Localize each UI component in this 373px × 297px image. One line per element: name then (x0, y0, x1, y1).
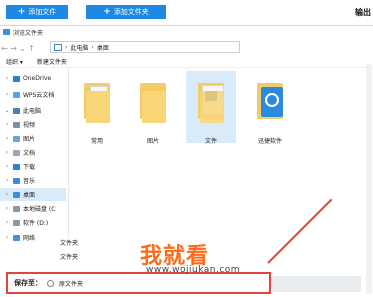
sidebar-item-label: 网络 (23, 235, 36, 242)
sidebar-item-label: 视频 (23, 122, 36, 129)
address-bar[interactable]: › 此电脑 › 桌面 (50, 41, 240, 53)
folder-app-icon (3, 29, 10, 35)
desktop-icon (13, 191, 20, 198)
document-icon (13, 149, 20, 156)
sidebar-item-software-d[interactable]: › 软件 (D:) (0, 216, 66, 229)
chevron-right-icon[interactable]: › (4, 91, 10, 98)
add-file-button[interactable]: + 添加文件 (6, 5, 68, 19)
drive-icon (13, 205, 20, 212)
sidebar-item-label: 桌面 (23, 192, 36, 199)
music-icon (13, 177, 20, 184)
chevron-right-icon[interactable]: › (4, 205, 10, 212)
picture-icon (13, 135, 20, 142)
add-file-label: 添加文件 (28, 8, 57, 16)
file-label: 图片 (146, 138, 159, 145)
new-folder-button[interactable]: 新建文件夹 (37, 57, 67, 66)
navigation-pane: › OneDrive › WPS云文档 ⌄ 此电脑 › 视频 › 图片 › 文档 (0, 68, 69, 242)
chevron-right-icon[interactable]: › (4, 75, 10, 82)
breadcrumb-this-pc[interactable]: 此电脑 (70, 43, 88, 52)
video-icon (13, 121, 20, 128)
sidebar-item-label: 图片 (23, 136, 36, 143)
file-label: 常用 (90, 138, 103, 145)
sidebar-item-downloads[interactable]: › 下载 (0, 160, 66, 173)
folder-item-common[interactable]: 常用 (72, 71, 122, 145)
plus-icon: + (103, 6, 111, 17)
sidebar-item-label: 音乐 (23, 178, 36, 185)
forward-arrow-icon[interactable]: → (9, 44, 18, 53)
sidebar-item-label: 文档 (23, 150, 36, 157)
download-icon (13, 163, 20, 170)
folder-icon (86, 91, 110, 123)
sidebar-item-documents[interactable]: › 文档 (0, 146, 66, 159)
sidebar-item-label: 下载 (23, 164, 36, 171)
watermark: 我就看 www.wojiukan.com (140, 238, 305, 282)
folder-item-pictures[interactable]: 图片 (128, 71, 178, 145)
chevron-right-icon[interactable]: › (4, 121, 10, 128)
sidebar-item-label: 软件 (D:) (23, 220, 49, 227)
chevron-right-icon[interactable]: › (4, 163, 10, 170)
chevron-right-icon[interactable]: › (4, 219, 10, 226)
sidebar-item-desktop[interactable]: › 桌面 (0, 188, 66, 201)
original-folder-radio[interactable] (47, 279, 54, 287)
dialog-title: 浏览文件夹 (13, 29, 44, 37)
up-arrow-icon[interactable]: ↑ (27, 44, 36, 53)
sidebar-item-this-pc[interactable]: ⌄ 此电脑 (0, 104, 66, 117)
folder-icon (200, 91, 224, 123)
sidebar-item-videos[interactable]: › 视频 (0, 118, 66, 131)
app-top-bar: + 添加文件 + 添加文件夹 输出 (0, 0, 373, 24)
sidebar-item-label: WPS云文档 (23, 92, 55, 99)
drive-icon (13, 219, 20, 226)
folder-icon (142, 91, 166, 123)
add-folder-button[interactable]: + 添加文件夹 (86, 5, 166, 19)
output-label: 输出 (355, 8, 371, 17)
vertical-scrollbar[interactable] (366, 64, 372, 294)
organize-menu[interactable]: 组织 ▾ (6, 57, 23, 66)
sidebar-item-local-disk-c[interactable]: › 本地磁盘 (C (0, 202, 66, 215)
breadcrumb-separator: › (65, 43, 68, 51)
chevron-right-icon[interactable]: › (4, 135, 10, 142)
breadcrumb-separator: › (91, 43, 94, 51)
chevron-right-icon[interactable]: › (4, 234, 10, 241)
sidebar-item-label: OneDrive (23, 75, 52, 82)
chevron-down-icon[interactable]: ⌄ (4, 107, 10, 114)
breadcrumb-desktop[interactable]: 桌面 (97, 43, 109, 52)
sidebar-item-onedrive[interactable]: › OneDrive (0, 72, 66, 85)
folder-item-xunjie[interactable]: 迅捷软件 (245, 71, 295, 145)
app-logo-mark (265, 93, 279, 107)
back-arrow-icon[interactable]: ← (0, 44, 9, 53)
chevron-right-icon[interactable]: › (4, 149, 10, 156)
add-folder-label: 添加文件夹 (113, 8, 149, 16)
sidebar-item-pictures[interactable]: › 图片 (0, 132, 66, 145)
dialog-toolbar: 组织 ▾ 新建文件夹 (0, 56, 373, 68)
dialog-title-bar: 浏览文件夹 (0, 26, 373, 38)
chevron-right-icon[interactable]: › (4, 177, 10, 184)
sidebar-item-network[interactable]: › 网络 (0, 231, 66, 244)
computer-icon (54, 43, 62, 51)
file-label: 文件 (204, 138, 217, 145)
recent-chevron-icon[interactable]: ⌄ (18, 44, 27, 53)
sidebar-item-label: 此电脑 (23, 108, 42, 115)
save-to-label: 保存至： (14, 279, 42, 287)
sidebar-item-label: 本地磁盘 (C (23, 206, 56, 213)
cloud-icon (13, 75, 20, 82)
file-label: 迅捷软件 (257, 138, 282, 145)
sidebar-item-wps-cloud[interactable]: › WPS云文档 (0, 88, 66, 101)
sidebar-item-music[interactable]: › 音乐 (0, 174, 66, 187)
plus-icon: + (17, 6, 26, 17)
cloud-icon (13, 91, 20, 98)
original-folder-option[interactable]: 原文件夹 (59, 279, 83, 288)
watermark-url: www.wojiukan.com (146, 265, 241, 275)
chevron-right-icon[interactable]: › (4, 191, 10, 198)
type-label: 文件夹 (60, 254, 79, 261)
folder-label: 文件夹 (60, 240, 79, 247)
computer-icon (13, 107, 20, 114)
folder-item-files[interactable]: 文件 (186, 71, 236, 145)
network-icon (13, 234, 20, 241)
